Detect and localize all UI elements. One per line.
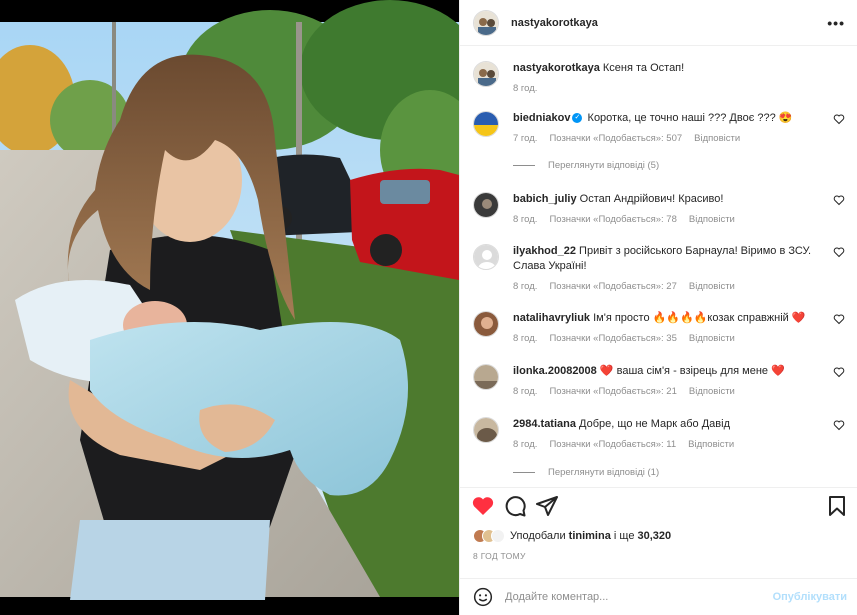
likes-user[interactable]: tinimina <box>569 530 611 542</box>
comment-likes[interactable]: Позначки «Подобається»: 11 <box>549 437 676 452</box>
reply-button[interactable]: Відповісти <box>689 212 735 227</box>
comment-time: 8 год. <box>513 439 538 450</box>
heart-outline-icon[interactable] <box>833 194 845 206</box>
post-photo[interactable] <box>0 0 459 615</box>
photo-illustration <box>0 0 459 615</box>
view-replies-button[interactable]: Переглянути відповіді (5) <box>513 160 659 171</box>
comment-likes[interactable]: Позначки «Подобається»: 27 <box>549 279 676 294</box>
likes-count[interactable]: 30,320 <box>638 530 672 542</box>
comment-icon[interactable] <box>503 494 527 518</box>
likes-middle: і ще <box>613 530 635 542</box>
comment-composer: Опублікувати <box>460 578 857 615</box>
comments-list: nastyakorotkaya Ксеня та Остап! 8 год. b… <box>460 47 857 487</box>
view-replies-label: Переглянути відповіді (5) <box>548 160 660 171</box>
likes-prefix: Уподобали <box>510 530 566 542</box>
comment-likes[interactable]: Позначки «Подобається»: 507 <box>549 131 682 146</box>
likes-summary[interactable]: Уподобали tinimina і ще 30,320 <box>473 527 845 545</box>
reply-button[interactable]: Відповісти <box>689 384 735 399</box>
comment-avatar[interactable] <box>473 111 499 137</box>
comment-avatar[interactable] <box>473 192 499 218</box>
heart-outline-icon[interactable] <box>833 113 845 125</box>
view-replies-label: Переглянути відповіді (1) <box>548 467 660 478</box>
comment-text: Остап Андрійович! Красиво! <box>579 193 724 205</box>
comment-likes[interactable]: Позначки «Подобається»: 21 <box>549 384 676 399</box>
comment-text: Добре, що не Марк або Давід <box>579 418 730 430</box>
comment-username[interactable]: natalihavryliuk <box>513 312 590 324</box>
comment-likes[interactable]: Позначки «Подобається»: 78 <box>549 212 676 227</box>
comment-username[interactable]: 2984.tatiana <box>513 418 576 430</box>
view-replies-button[interactable]: Переглянути відповіді (1) <box>513 467 659 478</box>
caption-username[interactable]: nastyakorotkaya <box>513 62 600 74</box>
comment-avatar[interactable] <box>473 417 499 443</box>
comment-input[interactable] <box>505 591 773 603</box>
author-avatar[interactable] <box>473 9 499 36</box>
comment-time: 8 год. <box>513 281 538 292</box>
reply-button[interactable]: Відповісти <box>694 131 740 146</box>
caption-time: 8 год. <box>513 83 538 94</box>
comment-username[interactable]: biedniakov <box>513 112 570 124</box>
caption-avatar[interactable] <box>473 61 499 87</box>
comment-time: 8 год. <box>513 333 538 344</box>
comment-time: 8 год. <box>513 214 538 225</box>
comment-username[interactable]: ilonka.20082008 <box>513 365 597 377</box>
heart-outline-icon[interactable] <box>833 246 845 258</box>
post-actions-bar <box>460 487 857 525</box>
heart-outline-icon[interactable] <box>833 313 845 325</box>
comment-time: 8 год. <box>513 386 538 397</box>
comment-text: Коротка, це точно наші ??? Двоє ??? 😍 <box>587 112 793 124</box>
comment-text: Ім'я просто 🔥🔥🔥🔥козак справжній ❤️ <box>593 312 806 324</box>
comment-avatar[interactable] <box>473 364 499 390</box>
send-icon[interactable] <box>535 494 559 518</box>
liker-avatar <box>491 529 505 543</box>
reply-button[interactable]: Відповісти <box>688 437 734 452</box>
post-header: nastyakorotkaya ••• <box>460 0 857 46</box>
smiley-icon[interactable] <box>473 587 493 607</box>
more-horizontal-icon[interactable]: ••• <box>827 15 845 31</box>
comment-avatar[interactable] <box>473 244 499 270</box>
liker-avatars <box>473 529 505 543</box>
heart-outline-icon[interactable] <box>833 366 845 378</box>
author-username[interactable]: nastyakorotkaya <box>511 17 598 29</box>
verified-badge-icon: ✓ <box>572 113 583 124</box>
comment-text: ❤️ ваша сім'я - взірець для мене ❤️ <box>599 365 785 377</box>
heart-outline-icon[interactable] <box>833 419 845 431</box>
caption-text: Ксеня та Остап! <box>602 62 685 74</box>
post-timestamp: 8 ГОД ТОМУ <box>473 551 526 561</box>
reply-button[interactable]: Відповісти <box>689 331 735 346</box>
comment-avatar[interactable] <box>473 311 499 337</box>
comment-username[interactable]: ilyakhod_22 <box>513 245 576 257</box>
publish-button[interactable]: Опублікувати <box>773 591 847 603</box>
comment-time: 7 год. <box>513 133 538 144</box>
reply-button[interactable]: Відповісти <box>689 279 735 294</box>
bookmark-icon[interactable] <box>825 494 849 518</box>
comment-likes[interactable]: Позначки «Подобається»: 35 <box>549 331 676 346</box>
post-detail-panel: nastyakorotkaya ••• nastyakorotkaya Ксен… <box>459 0 857 615</box>
heart-filled-icon[interactable] <box>471 494 495 518</box>
comment-username[interactable]: babich_juliy <box>513 193 577 205</box>
